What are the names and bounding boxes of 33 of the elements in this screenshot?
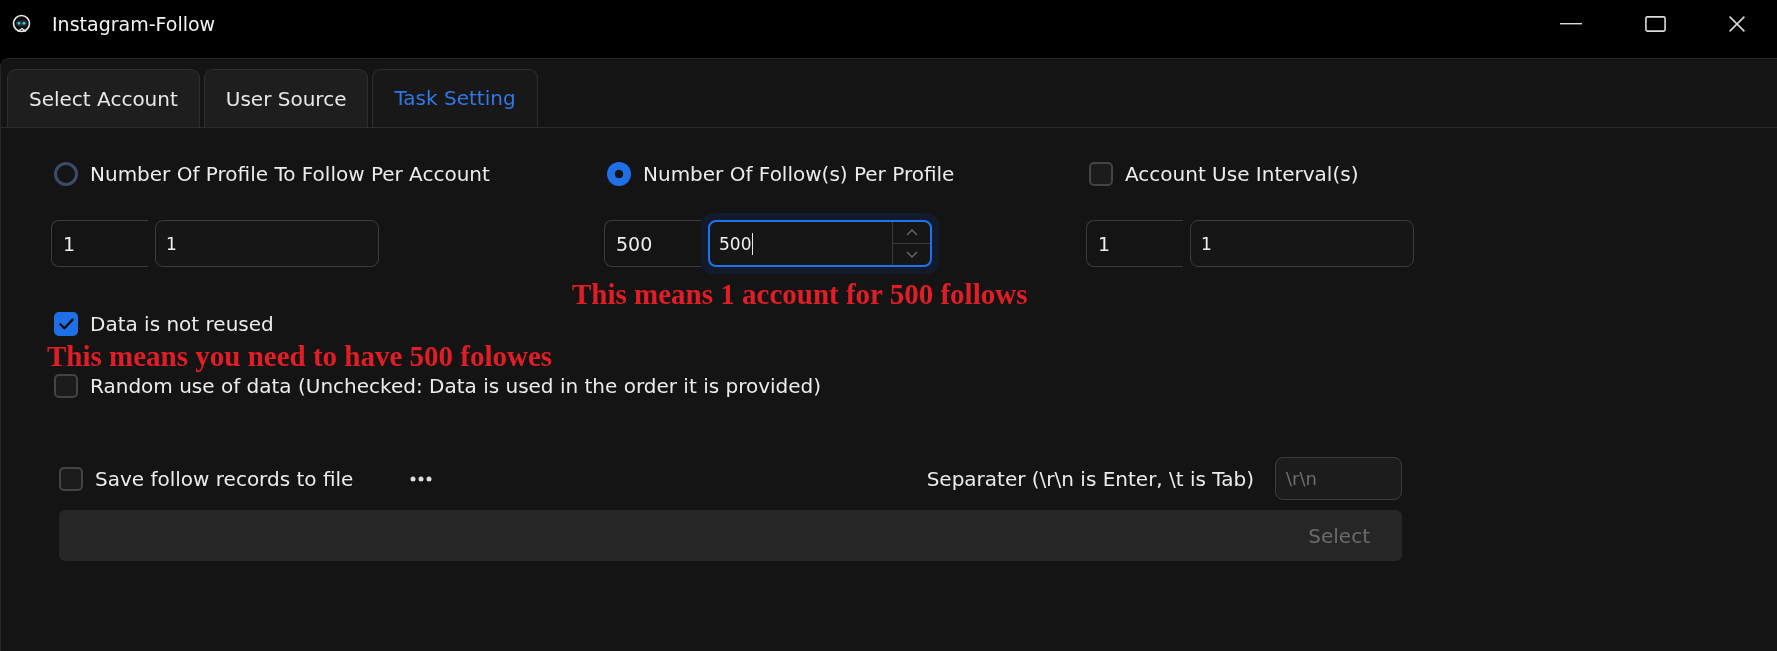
checkbox[interactable] <box>54 374 78 398</box>
separator-label: Separater (\r\n is Enter, \t is Tab) <box>926 466 1254 491</box>
tab[interactable]: User Source <box>203 69 369 127</box>
checkmark-icon <box>58 318 74 330</box>
tab[interactable]: Task Setting <box>372 69 538 127</box>
checkbox-label: Account Use Interval(s) <box>1125 162 1359 186</box>
window-title: Instagram-Follow <box>52 13 216 35</box>
checkbox-label: Data is not reused <box>90 312 274 336</box>
more-icon[interactable] <box>410 475 433 482</box>
chevron-down-icon[interactable] <box>905 251 918 258</box>
tab[interactable]: Select Account <box>7 69 200 127</box>
checkbox-label: Save follow records to file <box>95 466 354 491</box>
radio-button[interactable] <box>607 162 631 186</box>
close-icon[interactable] <box>1729 16 1745 32</box>
checkbox-label: Random use of data (Unchecked: Data is used in the order it is provided) <box>90 374 822 398</box>
checkbox[interactable] <box>54 312 78 336</box>
number-field[interactable]: 1 <box>155 220 379 267</box>
number-field[interactable]: 1 <box>1190 220 1414 267</box>
radio-button[interactable] <box>54 162 78 186</box>
value-display: 1 <box>51 220 148 267</box>
annotation-text: This means you need to have 500 folowes <box>47 340 553 372</box>
radio-label: Number Of Follow(s) Per Profile <box>643 162 955 186</box>
maximize-icon[interactable] <box>1644 16 1666 32</box>
radio-label: Number Of Profile To Follow Per Account <box>90 162 490 186</box>
checkbox[interactable] <box>1089 162 1113 186</box>
separator-field[interactable]: \r\n <box>1275 457 1402 500</box>
number-field[interactable]: 500 <box>708 220 932 267</box>
chevron-up-icon[interactable] <box>905 229 918 236</box>
minimize-icon[interactable] <box>1560 23 1582 25</box>
value-display: 1 <box>1086 220 1183 267</box>
checkbox[interactable] <box>59 466 83 491</box>
robot-icon <box>11 13 32 35</box>
annotation-text: This means 1 account for 500 follows <box>572 278 1028 310</box>
